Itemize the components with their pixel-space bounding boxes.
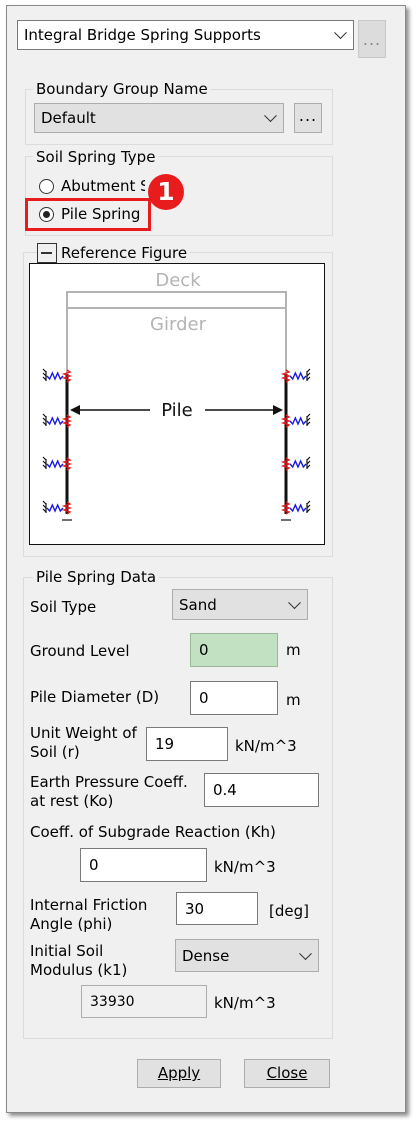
chevron-down-icon	[299, 946, 312, 960]
soil-type-value: Sand	[179, 595, 217, 614]
earth-pressure-label-line2: at rest (Ko)	[30, 792, 114, 810]
friction-angle-unit: [deg]	[269, 902, 309, 920]
pile-diameter-input[interactable]: 0	[190, 681, 278, 715]
unit-weight-unit: kN/m^3	[235, 737, 297, 755]
spring-mark-7	[46, 459, 64, 469]
pile-diameter-label: Pile Diameter (D)	[30, 688, 160, 706]
reference-figure-label: Reference Figure	[57, 244, 191, 262]
spring-mark-14	[289, 371, 307, 381]
close-button[interactable]: Close	[244, 1059, 330, 1088]
friction-angle-input[interactable]: 30	[176, 892, 258, 925]
earth-pressure-label-line1: Earth Pressure Coeff.	[30, 773, 188, 791]
initial-modulus-unit: kN/m^3	[214, 994, 276, 1012]
pile-spring-diagram: Deck Girder Pile	[42, 270, 311, 521]
boundary-group-more-button[interactable]: ...	[294, 103, 322, 133]
friction-angle-label-line2: Angle (phi)	[30, 915, 113, 933]
ground-level-label: Ground Level	[30, 642, 130, 660]
spring-mark-24	[306, 500, 311, 513]
spring-mark-15	[306, 368, 311, 381]
unit-weight-label-line2: Soil (r)	[30, 743, 80, 761]
girder-label: Girder	[150, 314, 207, 335]
friction-angle-label-line1: Internal Friction	[30, 896, 148, 914]
spring-mark-8	[42, 456, 47, 469]
support-type-value: Integral Bridge Spring Supports	[24, 26, 261, 44]
initial-modulus-label-line1: Initial Soil	[30, 942, 104, 960]
chevron-down-icon	[288, 595, 301, 609]
subgrade-unit: kN/m^3	[214, 858, 276, 876]
chevron-down-icon	[334, 26, 347, 40]
soil-spring-type-label: Soil Spring Type	[33, 148, 159, 166]
callout-badge: 1	[148, 174, 184, 210]
spring-mark-18	[306, 413, 311, 426]
chevron-down-icon	[264, 109, 277, 123]
initial-modulus-computed: 33930	[81, 985, 207, 1018]
ground-level-input[interactable]: 0	[190, 633, 278, 667]
spring-mark-17	[289, 416, 307, 426]
support-type-select[interactable]: Integral Bridge Spring Supports	[17, 20, 354, 50]
spring-mark-11	[42, 500, 47, 513]
abutment-spring-label: Abutment S	[61, 177, 145, 195]
spring-mark-1	[46, 371, 64, 381]
collapse-toggle-icon[interactable]	[37, 243, 57, 263]
apply-button[interactable]: Apply	[137, 1059, 221, 1088]
ground-level-unit: m	[286, 641, 301, 659]
spring-mark-2	[42, 368, 47, 381]
pile-spring-radio[interactable]	[39, 207, 54, 222]
unit-weight-label-line1: Unit Weight of	[30, 724, 137, 742]
soil-type-select[interactable]: Sand	[172, 589, 308, 620]
support-type-more-button[interactable]: ...	[358, 20, 386, 58]
pile-spring-data-label: Pile Spring Data	[33, 568, 160, 586]
pile-spring-label: Pile Spring	[61, 205, 141, 223]
subgrade-input[interactable]: 0	[80, 848, 207, 882]
pile-label: Pile	[161, 400, 193, 421]
boundary-group-label: Boundary Group Name	[33, 80, 211, 98]
spring-mark-21	[306, 456, 311, 469]
spring-mark-10	[46, 503, 64, 513]
boundary-group-value: Default	[41, 109, 96, 127]
spring-mark-20	[289, 459, 307, 469]
abutment-spring-radio[interactable]	[39, 179, 54, 194]
initial-modulus-label-line2: Modulus (k1)	[30, 961, 128, 979]
boundary-group-select[interactable]: Default	[34, 103, 284, 133]
spring-mark-23	[289, 503, 307, 513]
unit-weight-input[interactable]: 19	[146, 727, 228, 761]
initial-modulus-value: Dense	[182, 946, 230, 965]
earth-pressure-input[interactable]: 0.4	[204, 773, 319, 807]
reference-figure-canvas: Deck Girder Pile	[29, 263, 325, 545]
initial-modulus-select[interactable]: Dense	[175, 939, 319, 972]
dialog-panel: Integral Bridge Spring Supports ... Boun…	[6, 5, 406, 1113]
soil-type-label: Soil Type	[30, 598, 97, 616]
deck-label: Deck	[155, 270, 201, 291]
spring-mark-5	[42, 413, 47, 426]
pile-diameter-unit: m	[286, 691, 301, 709]
spring-mark-4	[46, 416, 64, 426]
subgrade-label: Coeff. of Subgrade Reaction (Kh)	[30, 823, 276, 841]
